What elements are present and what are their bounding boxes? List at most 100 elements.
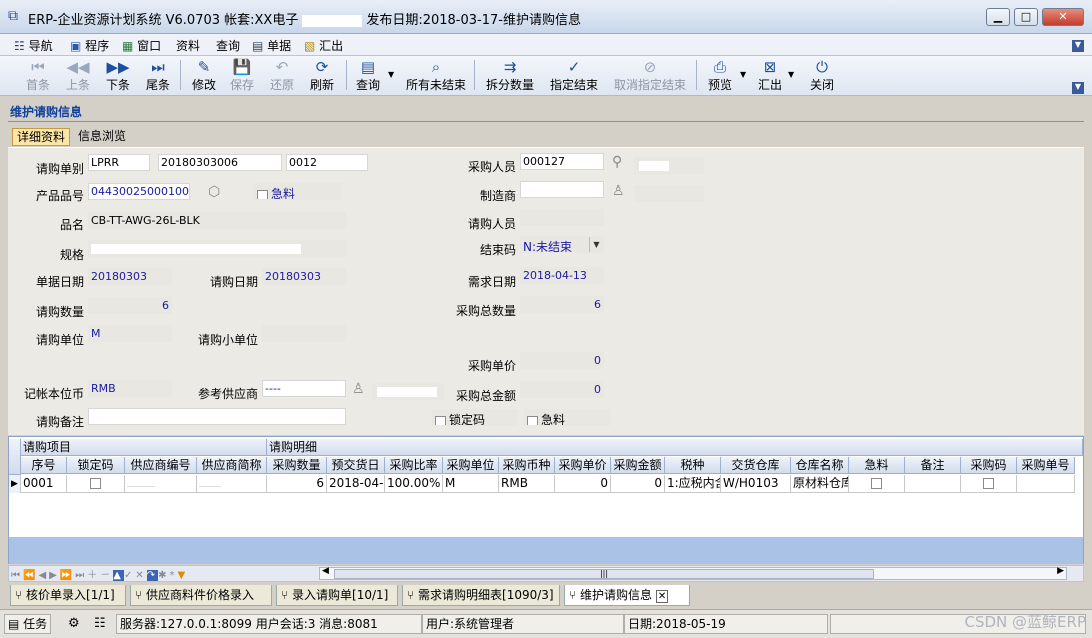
menu-program[interactable]: ▣ 程序	[70, 37, 109, 54]
menu-nav[interactable]: ☷ 导航	[14, 37, 53, 54]
grid-col-header[interactable]: 预交货日	[327, 457, 385, 474]
req-seq-field[interactable]: 0012	[286, 154, 368, 171]
grid-col-header[interactable]: 锁定码	[67, 457, 125, 474]
grid-cell[interactable]	[1017, 475, 1075, 493]
close-button[interactable]: ⏻ 关闭	[802, 58, 842, 94]
grid-col-header[interactable]: 急料	[849, 457, 905, 474]
grid-cell[interactable]: W/H0103	[721, 475, 791, 493]
assign-close-button[interactable]: ✓ 指定结束	[548, 58, 600, 94]
tab-detail[interactable]: 详细资料	[12, 128, 71, 146]
grid-col-header[interactable]: 供应商简称	[197, 457, 267, 474]
tab-browse[interactable]: 信息浏览	[74, 128, 130, 146]
urgent-checkbox[interactable]: 急料	[254, 183, 342, 200]
export-button[interactable]: ⊠ 汇出	[750, 58, 790, 94]
item-lookup-icon[interactable]: ⬡	[208, 184, 220, 200]
req-subunit-field[interactable]	[262, 325, 346, 342]
req-qty-field[interactable]: 6	[88, 297, 172, 314]
settings-icon[interactable]: ⚙	[68, 616, 80, 631]
grid-cell[interactable]: 6	[267, 475, 327, 493]
chevron-down-icon[interactable]: ▼	[589, 237, 603, 252]
first-record-button[interactable]: ⏮ 首条	[18, 58, 58, 94]
split-qty-button[interactable]: ⇉ 拆分数量	[484, 58, 536, 94]
grid-cell[interactable]: M	[443, 475, 499, 493]
need-date-field[interactable]: 2018-04-13	[520, 267, 604, 284]
grid-checkbox[interactable]	[90, 478, 101, 489]
query-button[interactable]: ▤ 查询	[348, 58, 388, 94]
menu-export[interactable]: ▧ 汇出	[304, 37, 343, 54]
menu-document[interactable]: ▤ 单据	[252, 37, 291, 54]
grid-cell[interactable]: 1:应税内含	[665, 475, 721, 493]
scroll-left-icon[interactable]: ◀	[322, 566, 329, 576]
currency-field[interactable]: RMB	[88, 380, 172, 397]
cancel-assign-close-button[interactable]: ⊘ 取消指定结束	[612, 58, 688, 94]
record-nav-icons[interactable]: ⏮⏪◀▶⏩⏭＋－▲✓✕↷✱*▼	[11, 566, 188, 581]
buyer-lookup-icon[interactable]: ⚲	[612, 154, 622, 170]
grid-col-header[interactable]: 仓库名称	[791, 457, 849, 474]
grid-cell[interactable]: 原材料仓库	[791, 475, 849, 493]
grid-col-header[interactable]: 采购金额	[611, 457, 665, 474]
grid-cell[interactable]	[197, 475, 267, 493]
close-window-button[interactable]: ✕	[1042, 8, 1084, 26]
close-code-select[interactable]: N:未结束 ▼	[520, 236, 604, 253]
menu-window[interactable]: ▦ 窗口	[122, 37, 161, 54]
scroll-right-icon[interactable]: ▶	[1057, 566, 1064, 576]
grid-cell[interactable]	[125, 475, 197, 493]
grid-cell[interactable]	[849, 475, 905, 493]
toolbar-expand-icon[interactable]: ▼	[1072, 82, 1084, 94]
grid-col-header[interactable]: 采购币种	[499, 457, 555, 474]
grid-col-header[interactable]: 采购比率	[385, 457, 443, 474]
window-tab-maintain-requisition[interactable]: ⑂ 维护请购信息 ✕	[564, 585, 690, 606]
window-tab-quote[interactable]: ⑂ 核价单录入[1/1]	[10, 585, 126, 606]
grid-col-header[interactable]: 采购码	[961, 457, 1017, 474]
grid-col-header[interactable]: 税种	[665, 457, 721, 474]
grid-cell[interactable]: RMB	[499, 475, 555, 493]
edit-button[interactable]: ✎ 修改	[184, 58, 224, 94]
scroll-thumb[interactable]: |||	[334, 569, 874, 579]
grid-cell[interactable]	[905, 475, 961, 493]
maker-lookup-icon[interactable]: ♙	[612, 183, 625, 199]
req-unit-field[interactable]: M	[88, 325, 172, 342]
minimize-button[interactable]: ▁	[986, 8, 1010, 26]
horizontal-scrollbar[interactable]: ◀ ||| ▶	[319, 566, 1067, 580]
task-button[interactable]: ▤ 任务	[4, 614, 52, 634]
window-tab-supplier-price[interactable]: ⑂ 供应商料件价格录入	[130, 585, 272, 606]
preview-button[interactable]: ⎙ 预览	[700, 58, 740, 94]
menu-expand-icon[interactable]: ▼	[1072, 40, 1084, 52]
grid-col-header[interactable]: 采购单价	[555, 457, 611, 474]
menu-data[interactable]: 资料	[176, 37, 200, 54]
grid-col-header[interactable]: 备注	[905, 457, 961, 474]
buyer-field[interactable]: 000127	[520, 153, 604, 170]
req-date-field[interactable]: 20180303	[262, 268, 346, 285]
grid-cell[interactable]: 2018-04-1	[327, 475, 385, 493]
item-no-field[interactable]: 0443002500010050	[88, 183, 190, 200]
doc-date-field[interactable]: 20180303	[88, 268, 172, 285]
maximize-button[interactable]: □	[1014, 8, 1038, 26]
requester-field[interactable]	[520, 209, 604, 226]
window-tab-demand-detail[interactable]: ⑂ 需求请购明细表[1090/3]	[402, 585, 560, 606]
grid-cell[interactable]: 0001	[21, 475, 67, 493]
menu-query[interactable]: 查询	[216, 37, 240, 54]
grid-cell[interactable]	[961, 475, 1017, 493]
save-button[interactable]: 💾 保存	[222, 58, 262, 94]
grid-col-header[interactable]: 交货仓库	[721, 457, 791, 474]
revert-button[interactable]: ↶ 还原	[262, 58, 302, 94]
next-record-button[interactable]: ▶▶ 下条	[98, 58, 138, 94]
export-dropdown-icon[interactable]: ▼	[788, 70, 794, 79]
urgent2-checkbox[interactable]: 急料	[524, 409, 610, 426]
refresh-button[interactable]: ⟳ 刷新	[302, 58, 342, 94]
remark-field[interactable]	[88, 408, 346, 425]
grid-col-header[interactable]: 采购数量	[267, 457, 327, 474]
grid-col-header[interactable]: 采购单位	[443, 457, 499, 474]
window-tab-enter-requisition[interactable]: ⑂ 录入请购单[10/1]	[276, 585, 398, 606]
grid-col-header[interactable]: 采购单号	[1017, 457, 1075, 474]
req-type-field[interactable]: LPRR	[88, 154, 150, 171]
lock-code-checkbox[interactable]: 锁定码	[432, 409, 518, 426]
query-dropdown-icon[interactable]: ▼	[388, 70, 394, 79]
grid-cell[interactable]	[67, 475, 125, 493]
grid-cell[interactable]: 0	[611, 475, 665, 493]
supplier-lookup-icon[interactable]: ♙	[352, 381, 365, 397]
grid-checkbox[interactable]	[983, 478, 994, 489]
last-record-button[interactable]: ⏭ 尾条	[138, 58, 178, 94]
grid-col-header[interactable]: 序号	[21, 457, 67, 474]
all-open-button[interactable]: ⌕ 所有未结束	[404, 58, 468, 94]
